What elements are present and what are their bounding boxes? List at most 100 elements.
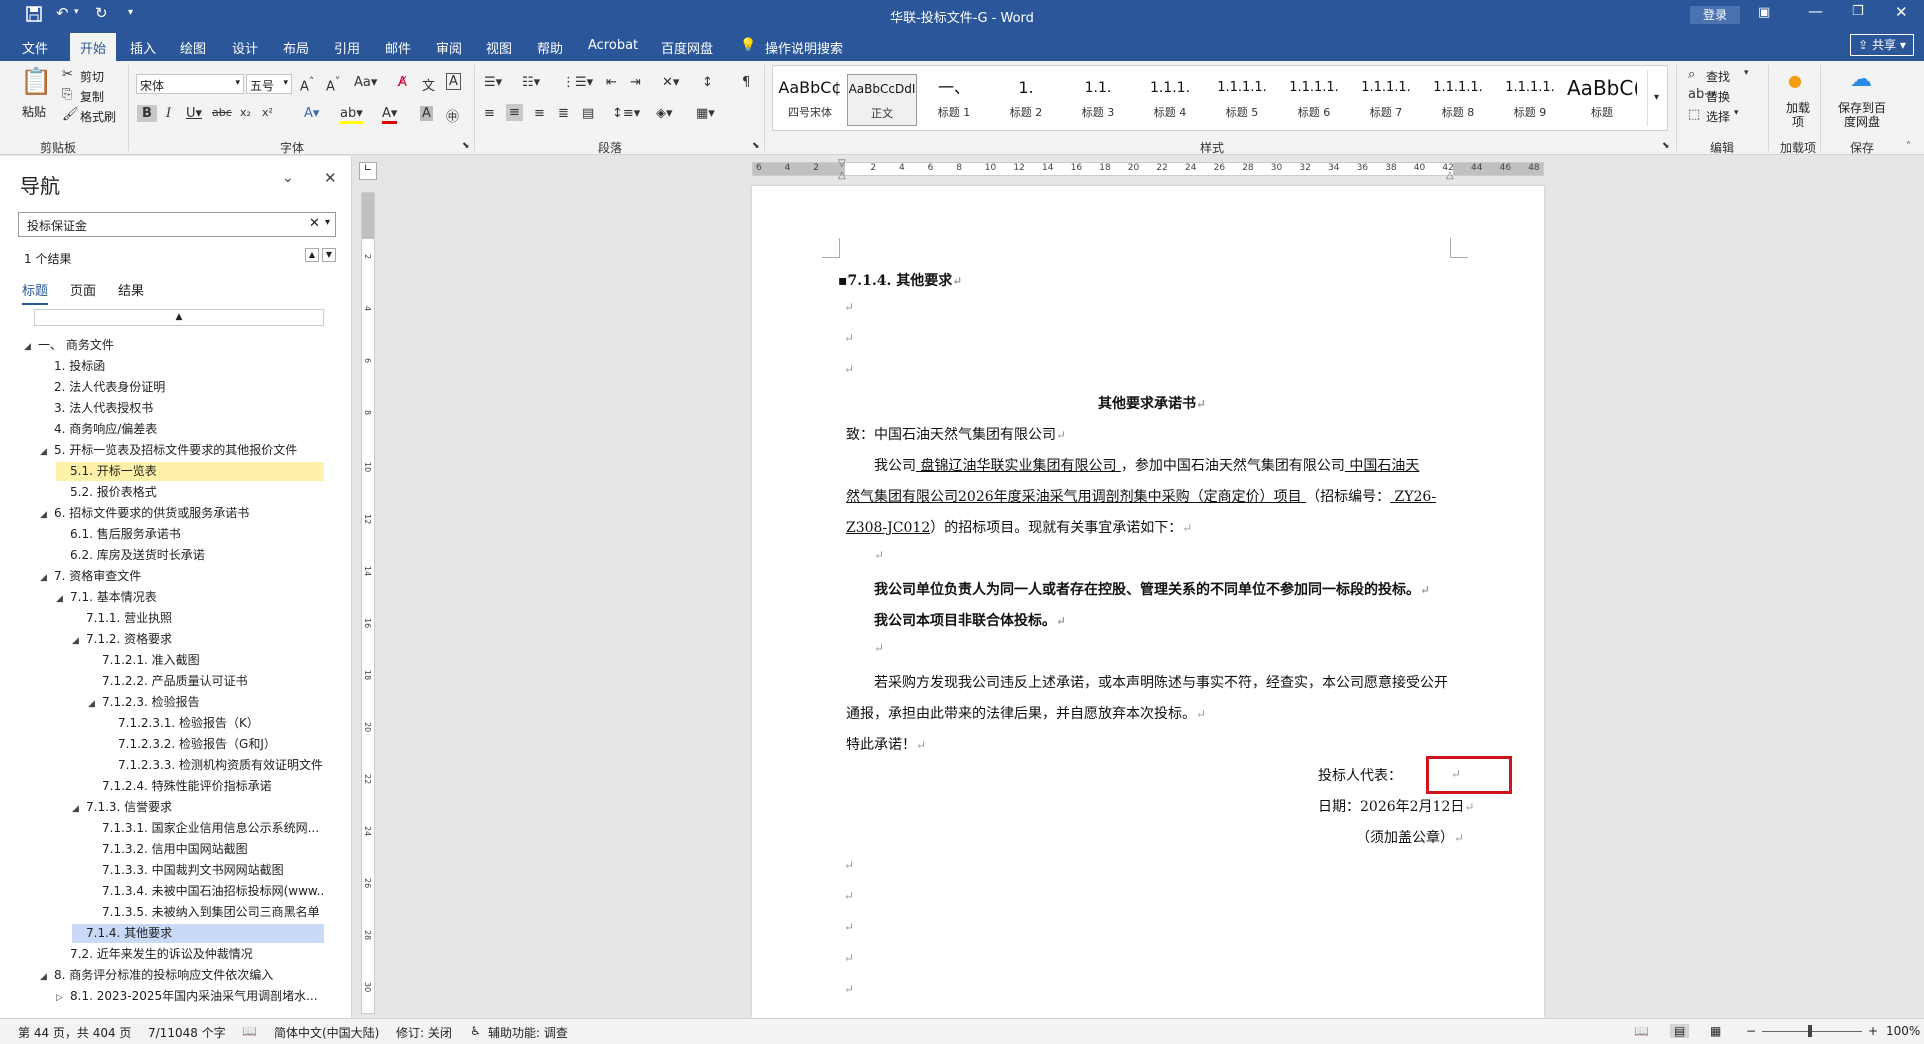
tab-draw[interactable]: 绘图	[180, 38, 206, 57]
superscript-icon[interactable]: x²	[262, 106, 273, 119]
underline-icon[interactable]: U▾	[186, 106, 202, 121]
accessibility-status[interactable]: 辅助功能: 调查	[488, 1024, 568, 1041]
bold-icon[interactable]: B	[137, 105, 157, 122]
zoom-out-icon[interactable]: −	[1746, 1024, 1756, 1038]
print-layout-icon[interactable]: ▤	[1670, 1024, 1690, 1038]
justify-icon[interactable]: ≣	[558, 106, 569, 121]
clear-format-icon[interactable]: A̸	[398, 75, 407, 90]
shrink-font-icon[interactable]: A˅	[326, 75, 340, 94]
collapse-icon[interactable]: ◢	[24, 338, 38, 355]
enclose-character-icon[interactable]: ㊥	[446, 106, 459, 125]
nav-tab-results[interactable]: 结果	[118, 280, 144, 299]
style-item-selected[interactable]: AaBbCcDdI 正文	[847, 74, 917, 126]
clear-search-icon[interactable]: ✕	[309, 216, 320, 231]
collapse-icon[interactable]: ◢	[40, 569, 54, 586]
style-item[interactable]: 1.1.1.1. 标题 9	[1495, 74, 1565, 126]
multilevel-list-icon[interactable]: ⋮☰▾	[562, 75, 593, 90]
highlight-color-icon[interactable]: ab▾	[340, 106, 363, 124]
phonetic-guide-icon[interactable]: 文	[422, 75, 435, 94]
align-right-icon[interactable]: ≡	[534, 106, 545, 121]
zoom-level[interactable]: 100%	[1886, 1024, 1920, 1038]
expand-icon[interactable]: ▷	[56, 989, 70, 1006]
nav-heading-item[interactable]: 2. 法人代表身份证明	[40, 378, 324, 397]
proofing-icon[interactable]: 📖	[242, 1024, 257, 1038]
close-icon[interactable]: ✕	[1895, 3, 1908, 21]
nav-heading-item[interactable]: 7.1.3.1. 国家企业信用信息公示系统网...	[88, 819, 324, 838]
language[interactable]: 简体中文(中国大陆)	[274, 1024, 379, 1041]
tab-file[interactable]: 文件	[22, 38, 48, 57]
cut-button[interactable]: 剪切	[80, 68, 104, 85]
nav-tab-headings[interactable]: 标题	[22, 280, 49, 305]
style-item[interactable]: 1.1.1.1. 标题 6	[1279, 74, 1349, 126]
align-left-icon[interactable]: ≡	[484, 106, 495, 121]
nav-search-input[interactable]: 投标保证金 ✕ ▾	[18, 212, 336, 237]
numbering-icon[interactable]: ☷▾	[522, 75, 540, 90]
copy-icon[interactable]: ⎘	[62, 87, 72, 102]
font-color-icon[interactable]: A▾	[382, 106, 398, 124]
style-item[interactable]: AaBbC¢ 四号宋体	[775, 74, 845, 126]
nav-heading-item[interactable]: 1. 投标函	[40, 357, 324, 376]
collapse-icon[interactable]: ◢	[72, 800, 86, 817]
nav-heading-item[interactable]: 5.2. 报价表格式	[56, 483, 324, 502]
format-painter-button[interactable]: 格式刷	[80, 108, 116, 125]
collapse-all-icon[interactable]: ▲	[34, 309, 324, 326]
document-page[interactable]: ▪7.1.4. 其他要求↵ ↵ ↵ ↵ 其他要求承诺书↵ 致：中国石油天然气集团…	[752, 186, 1544, 1018]
tab-layout[interactable]: 布局	[283, 38, 309, 57]
tab-help[interactable]: 帮助	[537, 38, 563, 57]
nav-heading-item[interactable]: ▷ 8.1. 2023-2025年国内采油采气用调剖堵水...	[56, 987, 324, 1006]
format-painter-icon[interactable]: 🖌	[62, 107, 79, 122]
style-item[interactable]: 1.1.1.1. 标题 7	[1351, 74, 1421, 126]
right-indent-icon[interactable]: △	[1446, 170, 1454, 181]
nav-heading-item[interactable]: 5.1. 开标一览表	[56, 462, 324, 481]
strikethrough-icon[interactable]: abc	[212, 106, 232, 119]
tab-mailings[interactable]: 邮件	[385, 38, 411, 57]
cut-icon[interactable]: ✂	[62, 67, 73, 82]
nav-heading-item[interactable]: ◢ 7.1.2.3. 检验报告	[88, 693, 324, 712]
nav-heading-item[interactable]: ◢ 7. 资格审查文件	[40, 567, 324, 586]
paste-button[interactable]: 粘贴	[22, 103, 46, 120]
baidu-cloud-icon[interactable]: ☁	[1850, 67, 1872, 92]
font-name-select[interactable]: 宋体 ▾	[136, 74, 244, 94]
login-button[interactable]: 登录	[1690, 6, 1740, 24]
style-item[interactable]: 1.1. 标题 3	[1063, 74, 1133, 126]
collapse-icon[interactable]: ◢	[40, 968, 54, 985]
find-button[interactable]: 查找	[1706, 68, 1730, 85]
style-item[interactable]: 1. 标题 2	[991, 74, 1061, 126]
shading-icon[interactable]: ◈▾	[656, 106, 673, 121]
styles-more-icon[interactable]: ▾	[1647, 70, 1665, 126]
select-button[interactable]: 选择	[1706, 108, 1730, 125]
sort-icon[interactable]: ↕	[702, 75, 713, 90]
next-result-icon[interactable]: ▼	[322, 248, 336, 262]
nav-heading-item[interactable]: 7.1.3.4. 未被中国石油招标投标网(www....	[88, 882, 324, 901]
read-mode-icon[interactable]: 📖	[1634, 1024, 1649, 1038]
hanging-indent-icon[interactable]: △	[838, 170, 846, 181]
zoom-in-icon[interactable]: +	[1868, 1024, 1878, 1038]
increase-indent-icon[interactable]: ⇥	[630, 75, 641, 90]
nav-heading-item[interactable]: 7.1.3.5. 未被纳入到集团公司三商黑名单	[88, 903, 324, 922]
nav-tab-pages[interactable]: 页面	[70, 280, 96, 299]
nav-heading-item[interactable]: ◢ 8. 商务评分标准的投标响应文件依次编入	[40, 966, 324, 985]
paste-icon[interactable]: 📋	[20, 67, 52, 97]
chevron-down-icon[interactable]: ▾	[1734, 108, 1739, 118]
ribbon-display-icon[interactable]: ▣	[1758, 5, 1770, 20]
restore-icon[interactable]: ❐	[1852, 4, 1864, 19]
nav-heading-item[interactable]: ◢ 7.1. 基本情况表	[56, 588, 324, 607]
tab-selector-icon[interactable]: ∟	[359, 162, 377, 180]
grow-font-icon[interactable]: A˄	[300, 75, 314, 94]
nav-heading-item[interactable]: 7.1.2.1. 准入截图	[88, 651, 324, 670]
tab-review[interactable]: 审阅	[436, 38, 462, 57]
nav-heading-item[interactable]: 7.1.2.3.2. 检验报告（G和J）	[104, 735, 324, 754]
distributed-icon[interactable]: ▤	[582, 106, 594, 121]
font-dialog-launcher-icon[interactable]: ⬊	[462, 141, 470, 151]
addins-button[interactable]: 加载项	[1784, 101, 1812, 129]
style-item[interactable]: 一、 标题 1	[919, 74, 989, 126]
zoom-slider-thumb[interactable]	[1808, 1025, 1812, 1037]
nav-heading-item[interactable]: 7.1.1. 营业执照	[72, 609, 324, 628]
nav-heading-item[interactable]: 7.1.2.3.1. 检验报告（K）	[104, 714, 324, 733]
track-changes-status[interactable]: 修订: 关闭	[396, 1024, 452, 1041]
chevron-down-icon[interactable]: ▾	[325, 217, 330, 228]
share-button[interactable]: ⇪ 共享 ▾	[1850, 34, 1914, 56]
tab-design[interactable]: 设计	[232, 38, 258, 57]
nav-heading-item[interactable]: 7.2. 近年来发生的诉讼及仲裁情况	[56, 945, 324, 964]
bullets-icon[interactable]: ☰▾	[484, 75, 502, 90]
